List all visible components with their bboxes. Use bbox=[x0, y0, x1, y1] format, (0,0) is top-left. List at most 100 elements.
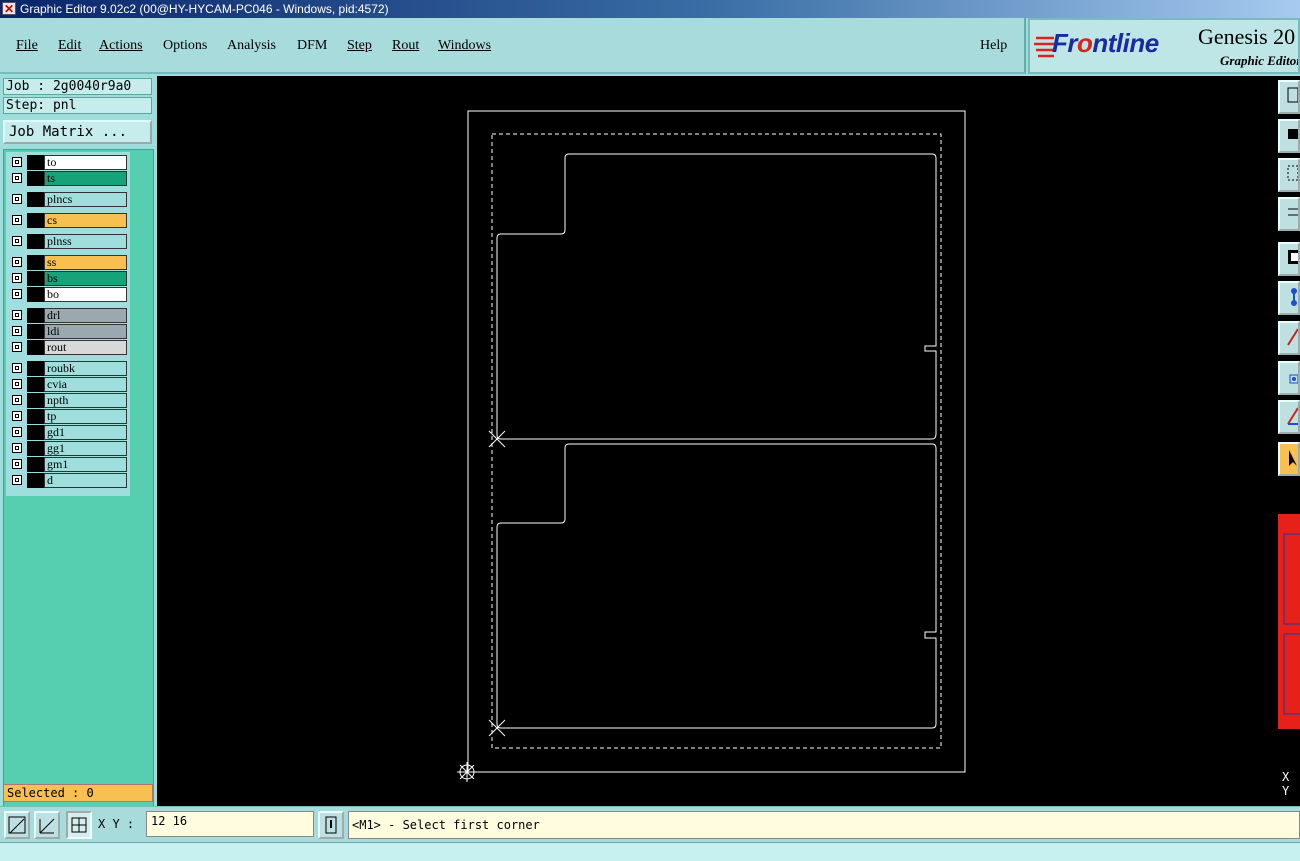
layer-name[interactable]: tp bbox=[44, 409, 127, 424]
menu-step[interactable]: Step bbox=[347, 38, 372, 54]
layer-checkbox[interactable] bbox=[12, 379, 22, 389]
layer-name[interactable]: bo bbox=[44, 287, 127, 302]
menu-edit[interactable]: Edit bbox=[58, 38, 81, 54]
menu-file[interactable]: File bbox=[16, 38, 38, 54]
layer-name[interactable]: ldi bbox=[44, 324, 127, 339]
app-icon[interactable]: ✕ bbox=[2, 2, 16, 16]
tool-filter[interactable] bbox=[1278, 197, 1300, 231]
menu-options[interactable]: Options bbox=[163, 38, 207, 54]
layer-name[interactable]: ss bbox=[44, 255, 127, 270]
layer-row-gm1[interactable]: gm1 bbox=[10, 457, 128, 472]
layer-checkbox[interactable] bbox=[12, 310, 22, 320]
layer-row-to[interactable]: to bbox=[10, 155, 128, 170]
layer-name[interactable]: ts bbox=[44, 171, 127, 186]
menu-help[interactable]: Help bbox=[980, 38, 1007, 54]
layer-display-swatch[interactable] bbox=[27, 287, 44, 302]
menu-dfm[interactable]: DFM bbox=[297, 38, 327, 54]
navigator-thumbnail[interactable] bbox=[1278, 514, 1300, 729]
layer-row-gd1[interactable]: gd1 bbox=[10, 425, 128, 440]
layer-display-swatch[interactable] bbox=[27, 393, 44, 408]
menu-actions[interactable]: Actions bbox=[99, 38, 143, 54]
layer-row-gg1[interactable]: gg1 bbox=[10, 441, 128, 456]
layer-row-bs[interactable]: bs bbox=[10, 271, 128, 286]
layer-display-swatch[interactable] bbox=[27, 271, 44, 286]
tool-move[interactable] bbox=[1278, 119, 1300, 153]
graphic-canvas[interactable] bbox=[157, 76, 1276, 806]
layer-checkbox[interactable] bbox=[12, 194, 22, 204]
layer-checkbox[interactable] bbox=[12, 411, 22, 421]
layer-checkbox[interactable] bbox=[12, 395, 22, 405]
layer-display-swatch[interactable] bbox=[27, 340, 44, 355]
layer-row-d[interactable]: d bbox=[10, 473, 128, 488]
layer-display-swatch[interactable] bbox=[27, 457, 44, 472]
tool-pad[interactable] bbox=[1278, 361, 1300, 395]
tool-select[interactable] bbox=[1278, 442, 1300, 476]
tool-measure[interactable] bbox=[1278, 400, 1300, 434]
layer-display-swatch[interactable] bbox=[27, 192, 44, 207]
layer-name[interactable]: d bbox=[44, 473, 127, 488]
layer-checkbox[interactable] bbox=[12, 427, 22, 437]
layer-checkbox[interactable] bbox=[12, 173, 22, 183]
layer-row-ss[interactable]: ss bbox=[10, 255, 128, 270]
layer-row-npth[interactable]: npth bbox=[10, 393, 128, 408]
tool-route[interactable] bbox=[1278, 281, 1300, 315]
layer-row-cs[interactable]: cs bbox=[10, 213, 128, 228]
layer-row-plnss[interactable]: plnss bbox=[10, 234, 128, 249]
layer-row-plncs[interactable]: plncs bbox=[10, 192, 128, 207]
zoom-fit-button[interactable] bbox=[4, 811, 30, 839]
grid-button[interactable] bbox=[66, 811, 92, 839]
layer-display-swatch[interactable] bbox=[27, 361, 44, 376]
layer-checkbox[interactable] bbox=[12, 157, 22, 167]
layer-checkbox[interactable] bbox=[12, 459, 22, 469]
tool-shape[interactable] bbox=[1278, 242, 1300, 276]
menu-windows[interactable]: Windows bbox=[438, 38, 491, 54]
layer-row-rout[interactable]: rout bbox=[10, 340, 128, 355]
layer-display-swatch[interactable] bbox=[27, 213, 44, 228]
layer-display-swatch[interactable] bbox=[27, 441, 44, 456]
layer-checkbox[interactable] bbox=[12, 443, 22, 453]
layer-name[interactable]: gd1 bbox=[44, 425, 127, 440]
layer-name[interactable]: gg1 bbox=[44, 441, 127, 456]
layer-checkbox[interactable] bbox=[12, 215, 22, 225]
layer-name[interactable]: drl bbox=[44, 308, 127, 323]
info-button[interactable] bbox=[318, 811, 344, 839]
menu-rout[interactable]: Rout bbox=[392, 38, 419, 54]
layer-display-swatch[interactable] bbox=[27, 425, 44, 440]
layer-display-swatch[interactable] bbox=[27, 308, 44, 323]
tool-transform[interactable] bbox=[1278, 158, 1300, 192]
layer-checkbox[interactable] bbox=[12, 326, 22, 336]
layer-display-swatch[interactable] bbox=[27, 409, 44, 424]
layer-row-roubk[interactable]: roubk bbox=[10, 361, 128, 376]
layer-display-swatch[interactable] bbox=[27, 234, 44, 249]
layer-display-swatch[interactable] bbox=[27, 324, 44, 339]
layer-row-drl[interactable]: drl bbox=[10, 308, 128, 323]
layer-row-cvia[interactable]: cvia bbox=[10, 377, 128, 392]
layer-display-swatch[interactable] bbox=[27, 255, 44, 270]
layer-name[interactable]: npth bbox=[44, 393, 127, 408]
layer-display-swatch[interactable] bbox=[27, 377, 44, 392]
layer-checkbox[interactable] bbox=[12, 342, 22, 352]
layer-name[interactable]: plnss bbox=[44, 234, 127, 249]
layer-name[interactable]: bs bbox=[44, 271, 127, 286]
layer-name[interactable]: plncs bbox=[44, 192, 127, 207]
layer-checkbox[interactable] bbox=[12, 257, 22, 267]
layer-name[interactable]: cvia bbox=[44, 377, 127, 392]
layer-display-swatch[interactable] bbox=[27, 155, 44, 170]
job-matrix-button[interactable]: Job Matrix ... bbox=[3, 120, 152, 144]
layer-name[interactable]: gm1 bbox=[44, 457, 127, 472]
snap-button[interactable] bbox=[34, 811, 60, 839]
tool-copy[interactable] bbox=[1278, 80, 1300, 114]
layer-row-ts[interactable]: ts bbox=[10, 171, 128, 186]
layer-display-swatch[interactable] bbox=[27, 171, 44, 186]
layer-name[interactable]: to bbox=[44, 155, 127, 170]
layer-name[interactable]: cs bbox=[44, 213, 127, 228]
layer-row-bo[interactable]: bo bbox=[10, 287, 128, 302]
layer-row-ldi[interactable]: ldi bbox=[10, 324, 128, 339]
layer-name[interactable]: rout bbox=[44, 340, 127, 355]
layer-checkbox[interactable] bbox=[12, 363, 22, 373]
layer-checkbox[interactable] bbox=[12, 475, 22, 485]
layer-list[interactable]: to ts plncs cs plnss ss bs bo drl ldi rout roubk cvi… bbox=[6, 152, 130, 496]
xy-input[interactable]: 12 16 bbox=[146, 811, 314, 837]
layer-name[interactable]: roubk bbox=[44, 361, 127, 376]
layer-checkbox[interactable] bbox=[12, 273, 22, 283]
